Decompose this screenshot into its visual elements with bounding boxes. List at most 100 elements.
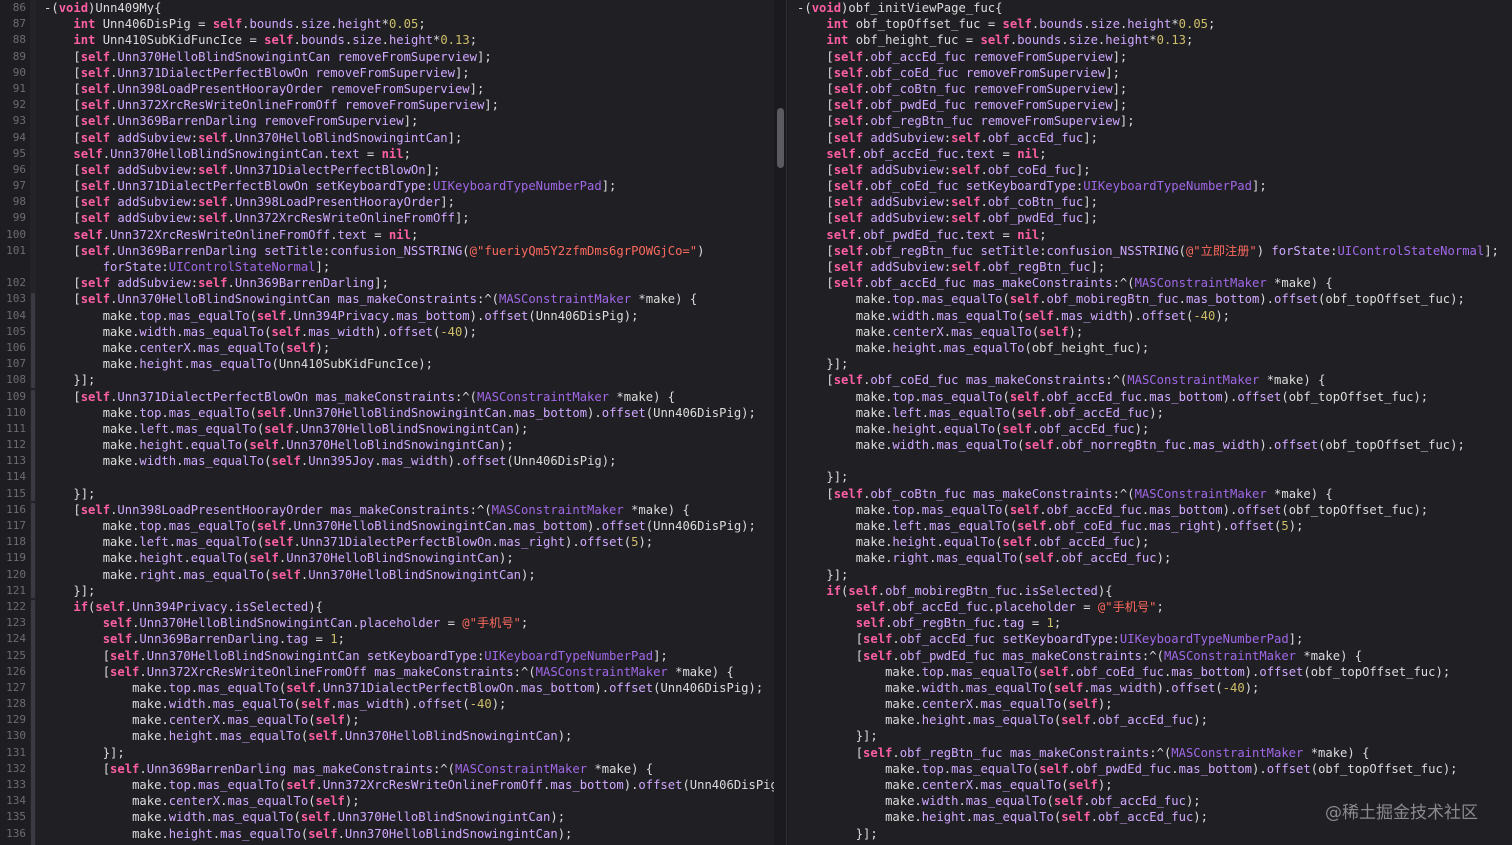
right-code-editor[interactable]: -(void)obf_initViewPage_fuc{ int obf_top… xyxy=(788,0,1512,845)
code-text: make.centerX.mas_equalTo(self); xyxy=(102,340,331,355)
code-fold-marker[interactable] xyxy=(31,389,35,502)
code-text: make.top.mas_equalTo(self.obf_mobiregBtn… xyxy=(855,292,1465,307)
code-text: }]; xyxy=(855,826,878,841)
code-text: [self.Unn372XrcResWriteOnlineFromOff mas… xyxy=(102,664,734,679)
code-text: [self.Unn371DialectPerfectBlowOn removeF… xyxy=(73,65,470,80)
code-text: self.Unn369BarrenDarling.tag = 1; xyxy=(102,632,345,647)
code-fold-marker[interactable] xyxy=(31,600,35,845)
line-number: 130 xyxy=(6,729,26,743)
code-text: make.right.mas_equalTo(self.obf_accEd_fu… xyxy=(855,551,1172,566)
code-text: [self.Unn369BarrenDarling mas_makeConstr… xyxy=(102,761,654,776)
line-number: 96 xyxy=(12,162,26,176)
code-text: [self.obf_coEd_fuc setKeyboardType:UIKey… xyxy=(826,179,1267,194)
code-text: [self.obf_regBtn_fuc setTitle:confusion_… xyxy=(826,243,1499,258)
code-text: make.width.mas_equalTo(self.mas_width).o… xyxy=(132,697,507,712)
code-text: make.left.mas_equalTo(self.Unn371Dialect… xyxy=(102,535,654,550)
code-text: make.centerX.mas_equalTo(self); xyxy=(885,778,1113,792)
code-text: self.obf_accEd_fuc.text = nil; xyxy=(826,146,1047,161)
code-text: [self addSubview:self.Unn398LoadPresentH… xyxy=(73,195,455,210)
code-text: make.top.mas_equalTo(self.Unn372XrcResWr… xyxy=(132,778,774,792)
line-number: 118 xyxy=(6,535,26,549)
line-number: 112 xyxy=(6,438,26,452)
code-fold-marker[interactable] xyxy=(31,292,35,388)
line-number: 132 xyxy=(6,761,26,775)
code-text: [self.obf_accEd_fuc removeFromSuperview]… xyxy=(826,49,1128,64)
code-text: self.obf_pwdEd_fuc.text = nil; xyxy=(826,227,1047,242)
code-text: [self addSubview:self.Unn370HelloBlindSn… xyxy=(73,130,463,145)
code-text: [self.obf_coBtn_fuc mas_makeConstraints:… xyxy=(826,486,1333,501)
code-text: [self.obf_accEd_fuc mas_makeConstraints:… xyxy=(826,276,1333,291)
code-text: forState:UIControlStateNormal]; xyxy=(102,260,331,274)
code-text: make.centerX.mas_equalTo(self); xyxy=(885,697,1113,712)
code-text: make.top.mas_equalTo(self.obf_accEd_fuc.… xyxy=(855,389,1429,404)
line-number: 120 xyxy=(6,567,26,581)
line-number: 105 xyxy=(6,324,26,338)
code-text: int obf_topOffset_fuc = self.bounds.size… xyxy=(826,17,1216,32)
code-text: make.width.mas_equalTo(self.Unn370HelloB… xyxy=(132,810,566,825)
code-text: [self.Unn370HelloBlindSnowingintCan setK… xyxy=(102,648,668,663)
line-number: 113 xyxy=(6,454,26,468)
code-text: make.centerX.mas_equalTo(self); xyxy=(132,713,360,728)
line-number: 136 xyxy=(6,826,26,840)
code-text: make.width.mas_equalTo(self.mas_width).o… xyxy=(102,324,478,339)
code-text: [self.obf_regBtn_fuc mas_makeConstraints… xyxy=(855,745,1370,760)
code-text: self.obf_accEd_fuc.placeholder = @"手机号"; xyxy=(855,599,1164,614)
code-text: }]; xyxy=(73,486,96,501)
left-editor-scrollbar-thumb[interactable] xyxy=(777,108,784,168)
code-text: make.top.mas_equalTo(self.obf_accEd_fuc.… xyxy=(855,502,1429,517)
code-text: [self addSubview:self.Unn371DialectPerfe… xyxy=(73,162,441,177)
code-text: -(void)Unn409My{ xyxy=(44,1,162,15)
line-number: 89 xyxy=(12,49,26,63)
code-text: int Unn410SubKidFuncIce = self.bounds.si… xyxy=(73,33,478,48)
code-text: [self addSubview:self.obf_coEd_fuc]; xyxy=(826,162,1091,177)
code-text: [self.obf_regBtn_fuc removeFromSuperview… xyxy=(826,114,1135,129)
code-text: [self addSubview:self.obf_coBtn_fuc]; xyxy=(826,195,1098,210)
code-text: [self.obf_coEd_fuc removeFromSuperview]; xyxy=(826,65,1120,80)
line-number: 110 xyxy=(6,405,26,419)
code-text: [self.Unn398LoadPresentHoorayOrder mas_m… xyxy=(73,502,690,517)
code-text: make.height.equalTo(self.obf_accEd_fuc); xyxy=(855,421,1150,436)
line-number: 93 xyxy=(12,114,26,128)
line-number: 122 xyxy=(6,599,26,613)
code-text: make.width.mas_equalTo(self.mas_width).o… xyxy=(855,308,1231,323)
line-number: 119 xyxy=(6,551,26,565)
line-number: 116 xyxy=(6,502,26,516)
code-text: make.height.mas_equalTo(self.obf_accEd_f… xyxy=(885,713,1208,728)
line-number: 98 xyxy=(12,195,26,209)
code-text: make.right.mas_equalTo(self.Unn370HelloB… xyxy=(102,567,536,582)
watermark: @稀土掘金技术社区 xyxy=(1325,803,1478,823)
code-text: make.centerX.mas_equalTo(self); xyxy=(132,794,360,809)
code-text: [self.Unn371DialectPerfectBlowOn setKeyb… xyxy=(73,179,617,194)
code-text: make.height.mas_equalTo(self.Unn370Hello… xyxy=(132,826,573,841)
code-text: [self.Unn370HelloBlindSnowingintCan mas_… xyxy=(73,292,698,307)
code-text: }]; xyxy=(826,567,849,582)
code-text: [self.Unn398LoadPresentHoorayOrder remov… xyxy=(73,81,485,96)
line-number: 135 xyxy=(6,810,26,824)
line-number: 104 xyxy=(6,308,26,322)
code-text: [self.Unn369BarrenDarling setTitle:confu… xyxy=(73,243,705,258)
code-text: [self addSubview:self.obf_pwdEd_fuc]; xyxy=(826,211,1098,226)
code-text: make.left.mas_equalTo(self.obf_accEd_fuc… xyxy=(855,405,1164,420)
code-text: make.width.mas_equalTo(self.Unn395Joy.ma… xyxy=(102,454,617,469)
line-number: 95 xyxy=(12,146,26,160)
line-number: 97 xyxy=(12,179,26,193)
line-number: 111 xyxy=(6,421,26,435)
code-fold-marker[interactable] xyxy=(31,503,35,599)
code-text: [self.obf_coBtn_fuc removeFromSuperview]… xyxy=(826,81,1128,96)
line-number: 109 xyxy=(6,389,26,403)
pane-divider-line xyxy=(786,0,787,845)
code-text: make.width.mas_equalTo(self.obf_accEd_fu… xyxy=(885,794,1201,809)
code-text: }]; xyxy=(826,470,849,485)
code-text: make.width.mas_equalTo(self.obf_norregBt… xyxy=(855,438,1465,453)
left-code-editor[interactable]: 86 -(void)Unn409My{87 int Unn406DisPig = … xyxy=(0,0,774,845)
code-text: [self.Unn371DialectPerfectBlowOn mas_mak… xyxy=(73,389,676,404)
code-text: [self.obf_pwdEd_fuc removeFromSuperview]… xyxy=(826,98,1128,113)
code-text: }]; xyxy=(73,583,96,598)
code-text: [self addSubview:self.Unn372XrcResWriteO… xyxy=(73,211,470,226)
code-text: make.height.equalTo(self.obf_accEd_fuc); xyxy=(855,535,1150,550)
code-text: make.height.mas_equalTo(obf_height_fuc); xyxy=(855,340,1150,355)
code-text: self.Unn372XrcResWriteOnlineFromOff.text… xyxy=(73,227,419,242)
code-text: int obf_height_fuc = self.bounds.size.he… xyxy=(826,33,1194,48)
code-text: }]; xyxy=(73,373,96,388)
code-text: [self.obf_coEd_fuc mas_makeConstraints:^… xyxy=(826,373,1326,388)
